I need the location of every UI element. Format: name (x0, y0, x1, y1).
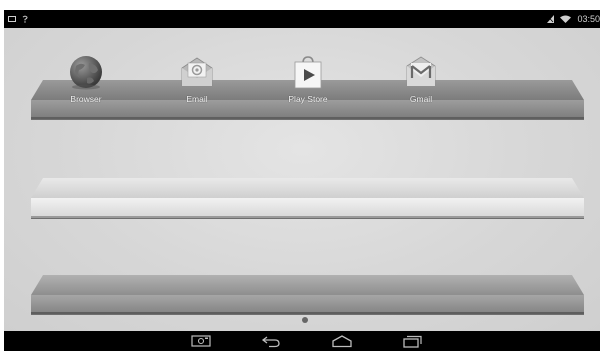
app-label: Browser (70, 94, 102, 104)
app-email[interactable]: Email (162, 54, 232, 104)
screen-icon (8, 16, 16, 22)
app-browser[interactable]: Browser (51, 54, 121, 104)
navigation-bar (4, 331, 600, 351)
android-screen: 03:50 Browser Email Play Store Gmail (4, 10, 600, 351)
page-indicator[interactable] (302, 317, 308, 323)
shelf-2 (31, 178, 584, 224)
app-gmail[interactable]: Gmail (386, 54, 456, 104)
back-icon[interactable] (260, 334, 282, 348)
home-screen[interactable]: Browser Email Play Store Gmail (4, 28, 600, 331)
globe-icon (70, 56, 102, 90)
shelf-front (31, 295, 584, 314)
status-bar: 03:50 (4, 10, 600, 28)
home-icon[interactable] (331, 334, 353, 348)
signal-icon (547, 15, 555, 23)
status-bar-left (8, 10, 28, 28)
shelf-front (31, 198, 584, 218)
clock: 03:50 (577, 14, 600, 24)
play-store-icon (294, 56, 322, 89)
gmail-icon (406, 56, 436, 87)
shelf-top (31, 178, 584, 198)
app-label: Gmail (409, 94, 433, 104)
app-play-store[interactable]: Play Store (273, 54, 343, 104)
wifi-icon (560, 15, 572, 23)
wifi-question-icon (22, 15, 28, 23)
app-label: Play Store (288, 94, 328, 104)
shelf-3 (31, 275, 584, 321)
status-bar-right: 03:50 (547, 10, 600, 28)
recent-apps-icon[interactable] (402, 334, 424, 348)
app-label: Email (186, 94, 208, 104)
shelf-top (31, 275, 584, 295)
screenshot-icon[interactable] (190, 334, 212, 348)
email-icon (181, 57, 213, 87)
